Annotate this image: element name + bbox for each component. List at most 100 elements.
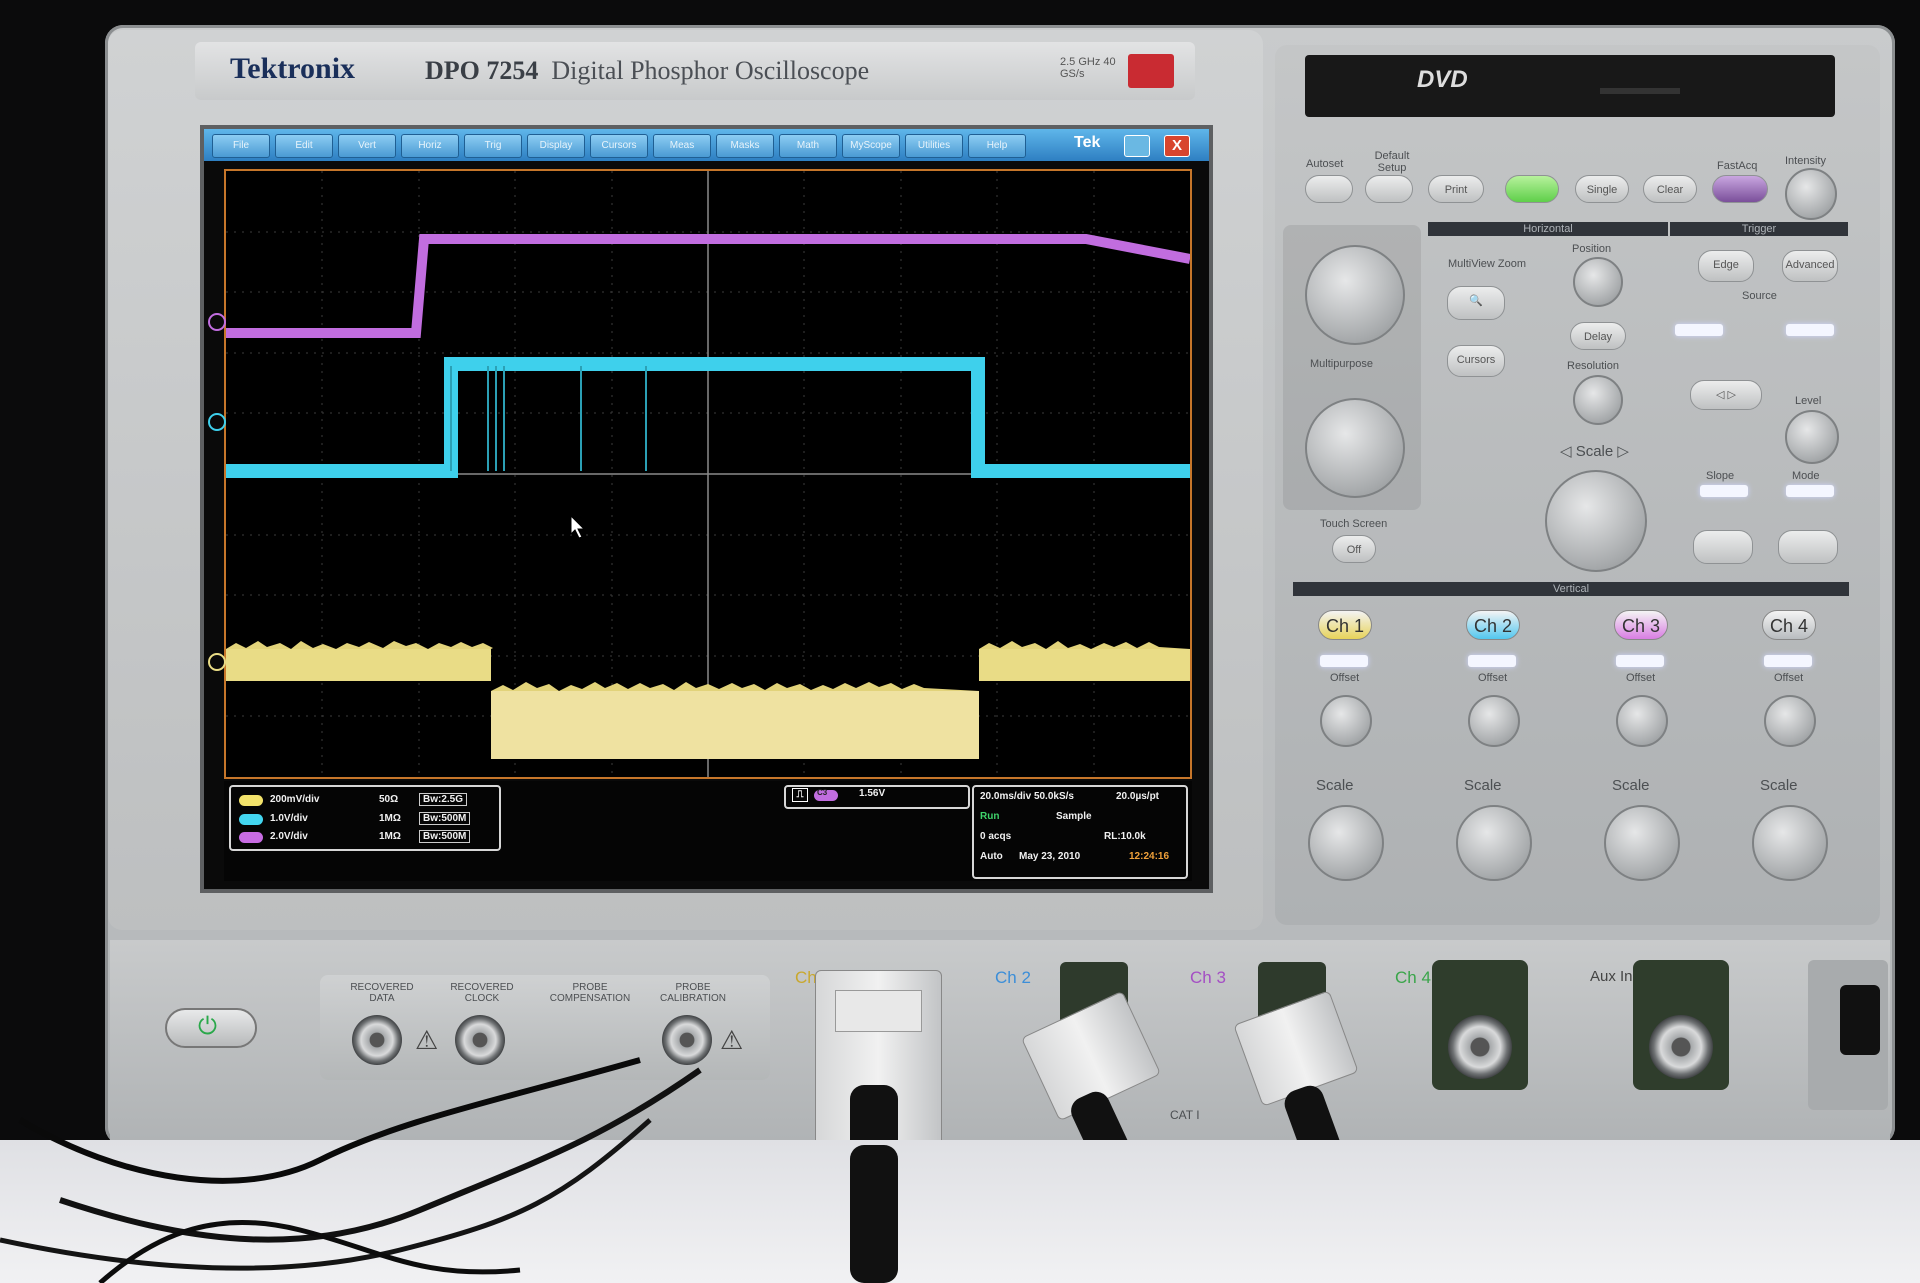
- ch4-position-knob[interactable]: [1764, 695, 1816, 747]
- record-length: RL:10.0k: [1104, 831, 1146, 842]
- ch3-position-knob[interactable]: [1616, 695, 1668, 747]
- ch4-scale-knob[interactable]: [1752, 805, 1828, 881]
- position-label: Position: [1572, 243, 1612, 255]
- intensity-label: Intensity: [1785, 155, 1826, 167]
- trigger-level: 1.56V: [859, 788, 886, 799]
- menu-item-cursors[interactable]: Cursors: [590, 134, 648, 158]
- trigger-mode: Auto: [980, 851, 1003, 862]
- clear-button[interactable]: Clear: [1643, 175, 1697, 203]
- ch4-bnc[interactable]: [1448, 1015, 1512, 1079]
- cursors-button[interactable]: Cursors: [1447, 345, 1505, 377]
- advanced-button[interactable]: Advanced: [1782, 250, 1838, 282]
- horizontal-position-knob[interactable]: [1573, 257, 1623, 307]
- ch1-scale-label: Scale: [1316, 777, 1354, 794]
- ch2-position-led: [1468, 655, 1516, 667]
- level-label: Level: [1795, 395, 1822, 407]
- ch1-offset-label: Offset: [1330, 672, 1360, 684]
- ch3-bandwidth: Bw:500M: [419, 830, 471, 843]
- dvd-logo: DVD: [1417, 66, 1468, 93]
- multipurpose-knob-a[interactable]: [1305, 245, 1405, 345]
- touchscreen-off-button[interactable]: Off: [1332, 535, 1376, 563]
- ch1-ground-marker-icon[interactable]: [208, 653, 226, 671]
- ch1-bandwidth: Bw:2.5G: [419, 793, 468, 806]
- ch2-ground-marker-icon[interactable]: [208, 413, 226, 431]
- source-select-button[interactable]: ◁ ▷: [1690, 380, 1762, 410]
- menu-item-masks[interactable]: Masks: [716, 134, 774, 158]
- autoset-button[interactable]: [1305, 175, 1353, 203]
- multipurpose-knob-b[interactable]: [1305, 398, 1405, 498]
- close-button[interactable]: X: [1164, 135, 1190, 157]
- edge-button[interactable]: Edge: [1698, 250, 1754, 282]
- trigger-level-knob[interactable]: [1785, 410, 1839, 464]
- usb-plug[interactable]: [1840, 985, 1880, 1055]
- ch1-position-knob[interactable]: [1320, 695, 1372, 747]
- ch3-offset-label: Offset: [1626, 672, 1656, 684]
- menu-item-file[interactable]: File: [212, 134, 270, 158]
- ch3-ground-marker-icon[interactable]: [208, 313, 226, 331]
- waveform-graticule[interactable]: [208, 169, 1192, 779]
- ch2-scale-knob[interactable]: [1456, 805, 1532, 881]
- slope-label: Slope: [1706, 470, 1735, 482]
- run-stop-button[interactable]: [1505, 175, 1559, 203]
- intensity-knob[interactable]: [1785, 168, 1837, 220]
- aux-in-bnc[interactable]: [1649, 1015, 1713, 1079]
- menu-item-trig[interactable]: Trig: [464, 134, 522, 158]
- multiview-label: MultiView Zoom: [1448, 258, 1527, 270]
- model-description: Digital Phosphor Oscilloscope: [551, 56, 870, 85]
- slope-button[interactable]: [1693, 530, 1753, 564]
- waveform-plot: [226, 171, 1191, 777]
- brand-badge: [1128, 54, 1174, 88]
- tek-label: Tek: [1074, 134, 1101, 151]
- autoset-label: Autoset: [1306, 158, 1344, 170]
- menu-item-help[interactable]: Help: [968, 134, 1026, 158]
- ch1-probe-cable-lower: [850, 1145, 898, 1283]
- default-setup-button[interactable]: [1365, 175, 1413, 203]
- minimize-button[interactable]: [1124, 135, 1150, 157]
- menu-item-meas[interactable]: Meas: [653, 134, 711, 158]
- default-setup-label: Default Setup: [1374, 150, 1410, 174]
- scope-display: File Edit Vert Horiz Trig Display Cursors Meas M…: [200, 125, 1213, 893]
- ch1-impedance: 50Ω: [379, 794, 399, 805]
- ch2-bandwidth: Bw:500M: [419, 812, 471, 825]
- ch2-position-knob[interactable]: [1468, 695, 1520, 747]
- menu-item-math[interactable]: Math: [779, 134, 837, 158]
- fastacq-label: FastAcq: [1717, 160, 1758, 172]
- delay-button[interactable]: Delay: [1570, 322, 1626, 350]
- mode-label: Mode: [1792, 470, 1820, 482]
- menu-item-myscope[interactable]: MyScope: [842, 134, 900, 158]
- menu-item-edit[interactable]: Edit: [275, 134, 333, 158]
- trigger-source-text: C3: [817, 788, 828, 797]
- zoom-button[interactable]: 🔍: [1447, 286, 1505, 320]
- cat-label: CAT I: [1170, 1108, 1200, 1122]
- menu-item-utilities[interactable]: Utilities: [905, 134, 963, 158]
- horizontal-scale-knob[interactable]: [1545, 470, 1647, 572]
- ch2-chip: [239, 814, 263, 825]
- menu-item-horiz[interactable]: Horiz: [401, 134, 459, 158]
- menu-item-vert[interactable]: Vert: [338, 134, 396, 158]
- dvd-drive[interactable]: [1305, 55, 1835, 117]
- ch3-scale-label: Scale: [1612, 777, 1650, 794]
- menu-items: File Edit Vert Horiz Trig Display Cursors Meas M…: [204, 129, 1209, 161]
- mode-button[interactable]: [1778, 530, 1838, 564]
- ch1-button[interactable]: Ch 1: [1318, 610, 1372, 640]
- print-button[interactable]: Print: [1428, 175, 1484, 203]
- horizontal-section: Horizontal: [1428, 222, 1668, 236]
- tektronix-logo: Tektronix: [230, 52, 356, 85]
- resolution-knob[interactable]: [1573, 375, 1623, 425]
- ch2-scale-label: Scale: [1464, 777, 1502, 794]
- touchscreen-label: Touch Screen: [1320, 518, 1388, 530]
- ch2-button[interactable]: Ch 2: [1466, 610, 1520, 640]
- menu-item-display[interactable]: Display: [527, 134, 585, 158]
- acq-count: 0 acqs: [980, 831, 1012, 842]
- ch2-offset-label: Offset: [1478, 672, 1508, 684]
- ch1-scale-knob[interactable]: [1308, 805, 1384, 881]
- ch3-scale-knob[interactable]: [1604, 805, 1680, 881]
- single-button[interactable]: Single: [1575, 175, 1629, 203]
- ch1-probe-label: [835, 990, 922, 1032]
- ch4-button[interactable]: Ch 4: [1762, 610, 1816, 640]
- readout-area: 200mV/div 50Ω Bw:2.5G 1.0V/div 1MΩ Bw:50…: [224, 781, 1192, 881]
- ch3-button[interactable]: Ch 3: [1614, 610, 1668, 640]
- ch4-connector-label: Ch 4: [1395, 968, 1431, 987]
- multipurpose-label: Multipurpose: [1310, 358, 1373, 370]
- fastacq-button[interactable]: [1712, 175, 1768, 203]
